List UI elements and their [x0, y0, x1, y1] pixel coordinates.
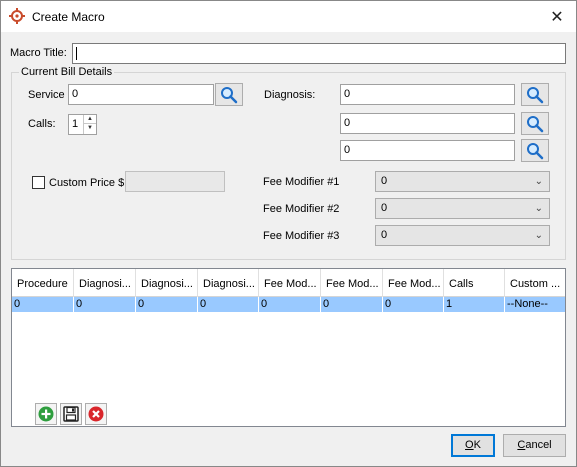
table-cell[interactable]: --None-- — [505, 297, 565, 312]
window-title: Create Macro — [32, 10, 105, 24]
close-icon[interactable]: ✕ — [540, 1, 574, 32]
save-row-button[interactable] — [60, 403, 82, 425]
service-search-button[interactable] — [215, 83, 243, 106]
search-icon — [527, 86, 544, 103]
title-bar: Create Macro ✕ — [1, 1, 576, 32]
column-header[interactable]: Diagnosi... — [74, 269, 136, 297]
add-row-button[interactable] — [35, 403, 57, 425]
custom-price-input[interactable] — [125, 171, 225, 192]
fee-modifier-2-value: 0 — [381, 202, 388, 214]
table-cell[interactable]: 0 — [74, 297, 136, 312]
column-header[interactable]: Procedure — [12, 269, 74, 297]
macro-title-input[interactable] — [72, 43, 566, 64]
table-cell[interactable]: 0 — [136, 297, 198, 312]
search-icon — [527, 115, 544, 132]
fee-modifier-1-select[interactable]: 0 ⌄ — [375, 171, 550, 192]
table-cell[interactable]: 0 — [321, 297, 383, 312]
fee-modifier-1-value: 0 — [381, 175, 388, 187]
save-icon — [63, 406, 79, 422]
table-cell[interactable]: 0 — [259, 297, 321, 312]
crosshair-app-icon — [9, 8, 25, 24]
diagnosis-input-2[interactable]: 0 — [340, 113, 515, 134]
column-header[interactable]: Diagnosi... — [198, 269, 259, 297]
table-cell[interactable]: 0 — [198, 297, 259, 312]
fee-modifier-3-value: 0 — [381, 229, 388, 241]
search-icon — [527, 142, 544, 159]
chevron-down-icon: ⌄ — [534, 203, 543, 214]
fee-modifier-3-label: Fee Modifier #3 — [263, 230, 340, 242]
delete-row-button[interactable] — [85, 403, 107, 425]
diagnosis-input-3[interactable]: 0 — [340, 140, 515, 161]
custom-price-checkbox[interactable] — [32, 176, 45, 189]
column-header[interactable]: Calls — [444, 269, 505, 297]
diagnosis-search-button-1[interactable] — [521, 83, 549, 106]
custom-price-label: Custom Price $ — [49, 177, 125, 189]
table-cell[interactable]: 1 — [444, 297, 505, 312]
stepper-arrows: ▲ ▼ — [83, 115, 96, 134]
add-icon — [38, 406, 54, 422]
calls-value: 1 — [72, 118, 79, 130]
service-input[interactable]: 0 — [68, 84, 214, 105]
table-cell[interactable]: 0 — [12, 297, 74, 312]
column-header[interactable]: Fee Mod... — [321, 269, 383, 297]
column-header[interactable]: Custom ... — [505, 269, 565, 297]
fee-modifier-3-select[interactable]: 0 ⌄ — [375, 225, 550, 246]
fee-modifier-2-select[interactable]: 0 ⌄ — [375, 198, 550, 219]
diagnosis-search-button-3[interactable] — [521, 139, 549, 162]
chevron-down-icon: ⌄ — [534, 230, 543, 241]
ok-accel: O — [465, 439, 474, 451]
stepper-up-icon[interactable]: ▲ — [84, 115, 96, 124]
current-bill-legend: Current Bill Details — [19, 66, 115, 78]
ok-button[interactable]: OK — [451, 434, 495, 457]
fee-modifier-1-label: Fee Modifier #1 — [263, 176, 340, 188]
grid-header: Procedure Diagnosi... Diagnosi... Diagno… — [12, 269, 565, 297]
column-header[interactable]: Diagnosi... — [136, 269, 198, 297]
calls-stepper[interactable]: 1 ▲ ▼ — [68, 114, 97, 135]
diagnosis-input-1[interactable]: 0 — [340, 84, 515, 105]
chevron-down-icon: ⌄ — [534, 176, 543, 187]
table-row[interactable]: 0 0 0 0 0 0 0 1 --None-- — [12, 297, 565, 312]
search-icon — [221, 86, 238, 103]
cancel-button[interactable]: Cancel — [503, 434, 566, 457]
column-header[interactable]: Fee Mod... — [259, 269, 321, 297]
delete-icon — [88, 406, 104, 422]
table-cell[interactable]: 0 — [383, 297, 444, 312]
diagnosis-label: Diagnosis: — [264, 89, 316, 101]
diagnosis-search-button-2[interactable] — [521, 112, 549, 135]
column-header[interactable]: Fee Mod... — [383, 269, 444, 297]
macro-title-label: Macro Title: — [10, 47, 67, 59]
ok-rest: K — [473, 439, 481, 451]
cancel-rest: ancel — [525, 439, 552, 451]
stepper-down-icon[interactable]: ▼ — [84, 124, 96, 133]
calls-label: Calls: — [28, 118, 56, 130]
create-macro-window: Create Macro ✕ Macro Title: Current Bill… — [0, 0, 577, 467]
service-label: Service — [28, 89, 65, 101]
fee-modifier-2-label: Fee Modifier #2 — [263, 203, 340, 215]
